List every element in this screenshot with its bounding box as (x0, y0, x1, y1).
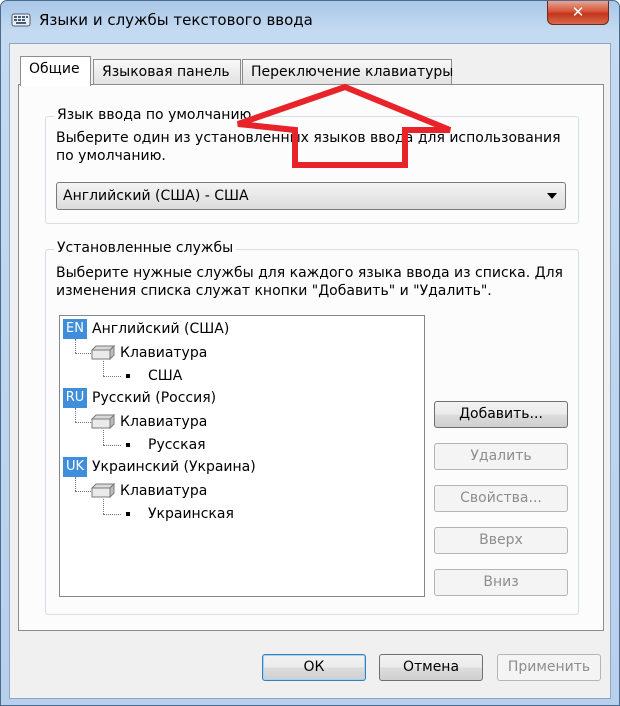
installed-services-group-label: Установленные службы (54, 240, 237, 256)
tree-language-en[interactable]: Английский (США) (92, 319, 229, 339)
default-language-selected: Английский (США) - США (63, 188, 249, 204)
tab-language-bar[interactable]: Языковая панель (93, 59, 241, 85)
close-button[interactable]: ✕ (547, 1, 609, 25)
tab-general[interactable]: Общие (20, 56, 91, 86)
close-icon: ✕ (571, 3, 585, 21)
default-language-group-label: Язык ввода по умолчанию (54, 107, 255, 123)
add-button[interactable]: Добавить... (434, 401, 568, 428)
language-code-badge: EN (63, 319, 87, 339)
tree-layout-us[interactable]: США (148, 366, 182, 386)
keyboard-icon (90, 482, 116, 499)
tree-language-uk[interactable]: Украинский (Украина) (92, 457, 256, 477)
keyboard-app-icon (11, 13, 31, 27)
chevron-down-icon (547, 193, 557, 199)
installed-services-description-line2: изменения списка служат кнопки "Добавить… (56, 283, 492, 299)
dialog-window: Языки и службы текстового ввода ✕ Общие … (0, 0, 620, 706)
services-tree[interactable]: EN Английский (США) Клавиатура США RU Ру… (59, 315, 425, 597)
dialog-client-area: Общие Языковая панель Переключение клави… (9, 43, 611, 699)
installed-services-description-line1: Выберите нужные службы для каждого языка… (56, 265, 563, 281)
keyboard-icon (90, 344, 116, 361)
language-code-badge: UK (63, 457, 87, 477)
tree-category-keyboard[interactable]: Клавиатура (120, 481, 207, 501)
move-up-button[interactable]: Вверх (434, 527, 568, 554)
default-language-description-line2: по умолчанию. (56, 148, 166, 164)
default-language-dropdown[interactable]: Английский (США) - США (56, 182, 566, 210)
default-language-description-line1: Выберите один из установленных языков вв… (56, 130, 561, 146)
window-title: Языки и службы текстового ввода (39, 11, 313, 29)
tree-language-ru[interactable]: Русский (Россия) (92, 388, 216, 408)
properties-button[interactable]: Свойства... (434, 485, 568, 512)
title-bar[interactable]: Языки и службы текстового ввода ✕ (1, 1, 619, 43)
tree-category-keyboard[interactable]: Клавиатура (120, 412, 207, 432)
tab-keyboard-switching[interactable]: Переключение клавиатуры (242, 59, 453, 85)
ok-button[interactable]: ОК (262, 654, 366, 681)
language-code-badge: RU (63, 388, 87, 408)
cancel-button[interactable]: Отмена (379, 654, 483, 681)
keyboard-icon (90, 413, 116, 430)
move-down-button[interactable]: Вниз (434, 569, 568, 596)
remove-button[interactable]: Удалить (434, 443, 568, 470)
tree-category-keyboard[interactable]: Клавиатура (120, 343, 207, 363)
default-language-group: Язык ввода по умолчанию Выберите один из… (45, 107, 579, 224)
tab-panel-general: Язык ввода по умолчанию Выберите один из… (18, 84, 604, 631)
tree-layout-ukrainian[interactable]: Украинская (148, 504, 234, 524)
installed-services-group: Установленные службы Выберите нужные слу… (45, 240, 579, 615)
tree-layout-russian[interactable]: Русская (148, 435, 206, 455)
apply-button[interactable]: Применить (497, 654, 601, 681)
